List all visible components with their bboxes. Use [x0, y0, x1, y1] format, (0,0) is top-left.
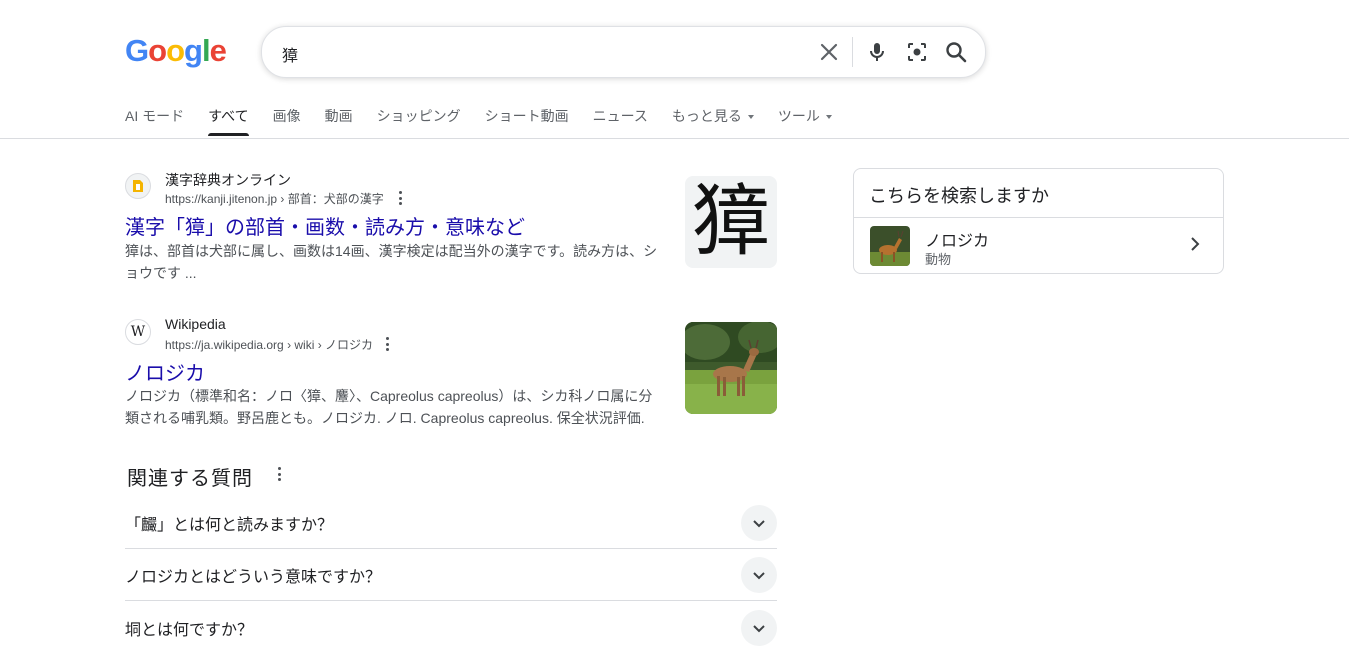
search-divider — [852, 37, 853, 67]
tab-videos[interactable]: 動画 — [325, 106, 353, 136]
search-input[interactable]: 獐 — [282, 42, 298, 66]
search-icon[interactable] — [944, 40, 968, 64]
result-url[interactable]: https://kanji.jitenon.jp › 部首：犬部の漢字 — [165, 190, 384, 207]
google-logo[interactable]: Google — [125, 33, 227, 68]
question-text: 「麣」とは何と読みますか？ — [125, 517, 334, 534]
logo-letter: l — [201, 33, 211, 68]
tab-label: AI モード — [125, 108, 185, 124]
related-question[interactable]: ノロジカとはどういう意味ですか？ — [125, 549, 777, 601]
logo-letter: g — [184, 33, 203, 68]
related-question[interactable]: 「麣」とは何と読みますか？ — [125, 497, 777, 549]
thumbnail-kanji: 獐 — [691, 177, 770, 267]
result-thumbnail[interactable]: 獐 — [685, 176, 777, 268]
result-snippet: ノロジカ（標準和名：ノロ〈獐、麞〉、Capreolus capreolus）は、… — [125, 388, 653, 426]
wikipedia-icon: W — [125, 319, 151, 345]
favicon-letter: W — [130, 324, 146, 340]
favicon-kanji-icon — [125, 173, 151, 199]
caret-down-icon — [747, 115, 754, 120]
result-title[interactable]: ノロジカ — [125, 357, 205, 386]
result-thumbnail[interactable] — [685, 322, 777, 414]
search-result: 漢字辞典オンライン https://kanji.jitenon.jp › 部首：… — [125, 170, 777, 285]
chevron-right-icon — [1189, 237, 1201, 256]
tab-label: すべて — [208, 108, 249, 124]
more-options-icon[interactable] — [273, 466, 285, 482]
tab-label: 動画 — [324, 108, 353, 124]
panel-suggestion-item[interactable]: ノロジカ 動物 — [854, 218, 1223, 273]
tab-all[interactable]: すべて — [208, 106, 250, 136]
result-url[interactable]: https://ja.wikipedia.org › wiki › ノロジカ — [165, 336, 373, 353]
chevron-down-icon[interactable] — [741, 557, 777, 593]
suggestion-category: 動物 — [925, 252, 952, 267]
tab-shopping[interactable]: ショッピング — [377, 106, 461, 136]
tab-label: ショート動画 — [484, 108, 569, 124]
tab-label: 画像 — [272, 108, 301, 124]
tab-label: もっと見る — [671, 108, 742, 124]
search-tabs: AI モード すべて 画像 動画 ショッピング ショート動画 ニュース もっと見… — [125, 106, 856, 138]
question-text: ノロジカとはどういう意味ですか？ — [125, 569, 382, 586]
deer-image — [685, 322, 777, 414]
tab-news[interactable]: ニュース — [593, 106, 648, 136]
tab-images[interactable]: 画像 — [273, 106, 301, 136]
deer-thumbnail — [870, 226, 910, 266]
result-site-name[interactable]: 漢字辞典オンライン — [165, 170, 291, 190]
tab-label: ショッピング — [376, 108, 461, 124]
result-site-name[interactable]: Wikipedia — [165, 316, 226, 332]
question-text: 垌とは何ですか？ — [125, 622, 254, 639]
suggestion-name: ノロジカ — [925, 233, 990, 250]
panel-title: こちらを検索しますか — [869, 186, 1049, 206]
related-question[interactable]: 垌とは何ですか？ — [125, 602, 777, 654]
result-title[interactable]: 漢字「獐」の部首・画数・読み方・意味など — [125, 211, 525, 240]
search-box[interactable]: 獐 — [261, 26, 986, 78]
mic-icon[interactable] — [865, 40, 889, 64]
chevron-down-icon[interactable] — [741, 505, 777, 541]
caret-down-icon — [825, 115, 832, 120]
tab-short-videos[interactable]: ショート動画 — [485, 106, 569, 136]
more-options-icon[interactable] — [394, 190, 406, 206]
search-result: W Wikipedia https://ja.wikipedia.org › w… — [125, 316, 777, 431]
result-snippet: 獐は、部首は犬部に属し、画数は14画、漢字検定は配当外の漢字です。読み方は、ショ… — [125, 243, 658, 281]
header-divider — [0, 138, 1349, 139]
close-icon[interactable] — [817, 40, 841, 64]
tab-label: ニュース — [592, 108, 648, 124]
camera-icon[interactable] — [905, 40, 929, 64]
did-you-mean-panel: こちらを検索しますか ノロジカ 動物 — [853, 168, 1224, 274]
more-options-icon[interactable] — [381, 336, 393, 352]
tab-more[interactable]: もっと見る — [672, 106, 754, 136]
logo-letter: o — [166, 33, 185, 68]
tab-label: ツール — [777, 108, 820, 124]
logo-letter: e — [209, 33, 227, 68]
tab-ai-mode[interactable]: AI モード — [125, 106, 184, 136]
logo-letter: o — [148, 33, 167, 68]
chevron-down-icon[interactable] — [741, 610, 777, 646]
related-questions-heading: 関連する質問 — [127, 468, 253, 490]
logo-letter: G — [125, 33, 149, 68]
tab-tools[interactable]: ツール — [778, 106, 832, 136]
